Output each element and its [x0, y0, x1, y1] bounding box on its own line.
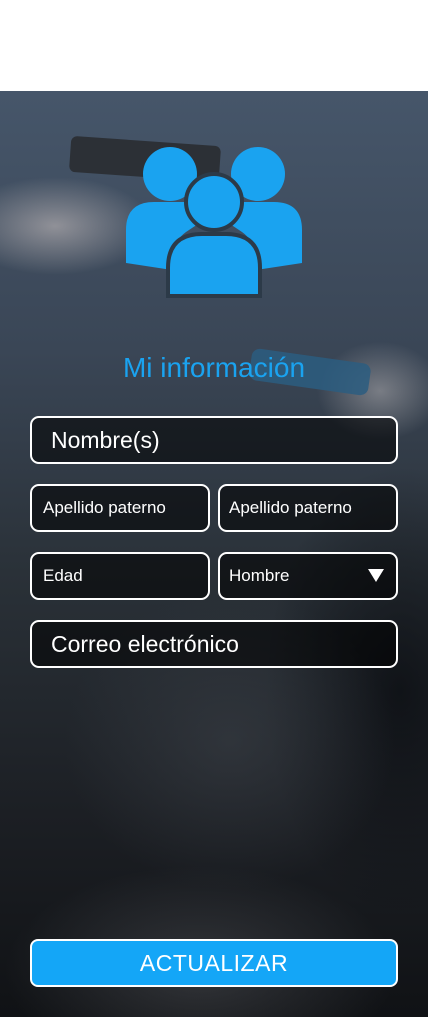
maternal-surname-input[interactable]: Apellido paterno — [218, 484, 398, 532]
paternal-surname-input[interactable]: Apellido paterno — [30, 484, 210, 532]
name-placeholder: Nombre(s) — [51, 426, 160, 453]
page-title: Mi información — [122, 352, 306, 383]
age-placeholder: Edad — [43, 566, 83, 585]
paternal-surname-placeholder: Apellido paterno — [43, 498, 166, 517]
email-placeholder: Correo electrónico — [51, 630, 239, 657]
update-button-label: ACTUALIZAR — [139, 949, 289, 976]
name-input[interactable]: Nombre(s) — [30, 416, 398, 464]
maternal-surname-placeholder: Apellido paterno — [229, 498, 352, 517]
caret-down-icon — [368, 569, 384, 582]
age-input[interactable]: Edad — [30, 552, 210, 600]
update-button[interactable]: ACTUALIZAR — [30, 939, 398, 987]
users-group-icon — [126, 147, 302, 298]
gender-select[interactable]: Hombre — [218, 552, 398, 600]
gender-selected-value: Hombre — [229, 566, 290, 585]
email-input[interactable]: Correo electrónico — [30, 620, 398, 668]
top-blank-area — [0, 0, 428, 91]
